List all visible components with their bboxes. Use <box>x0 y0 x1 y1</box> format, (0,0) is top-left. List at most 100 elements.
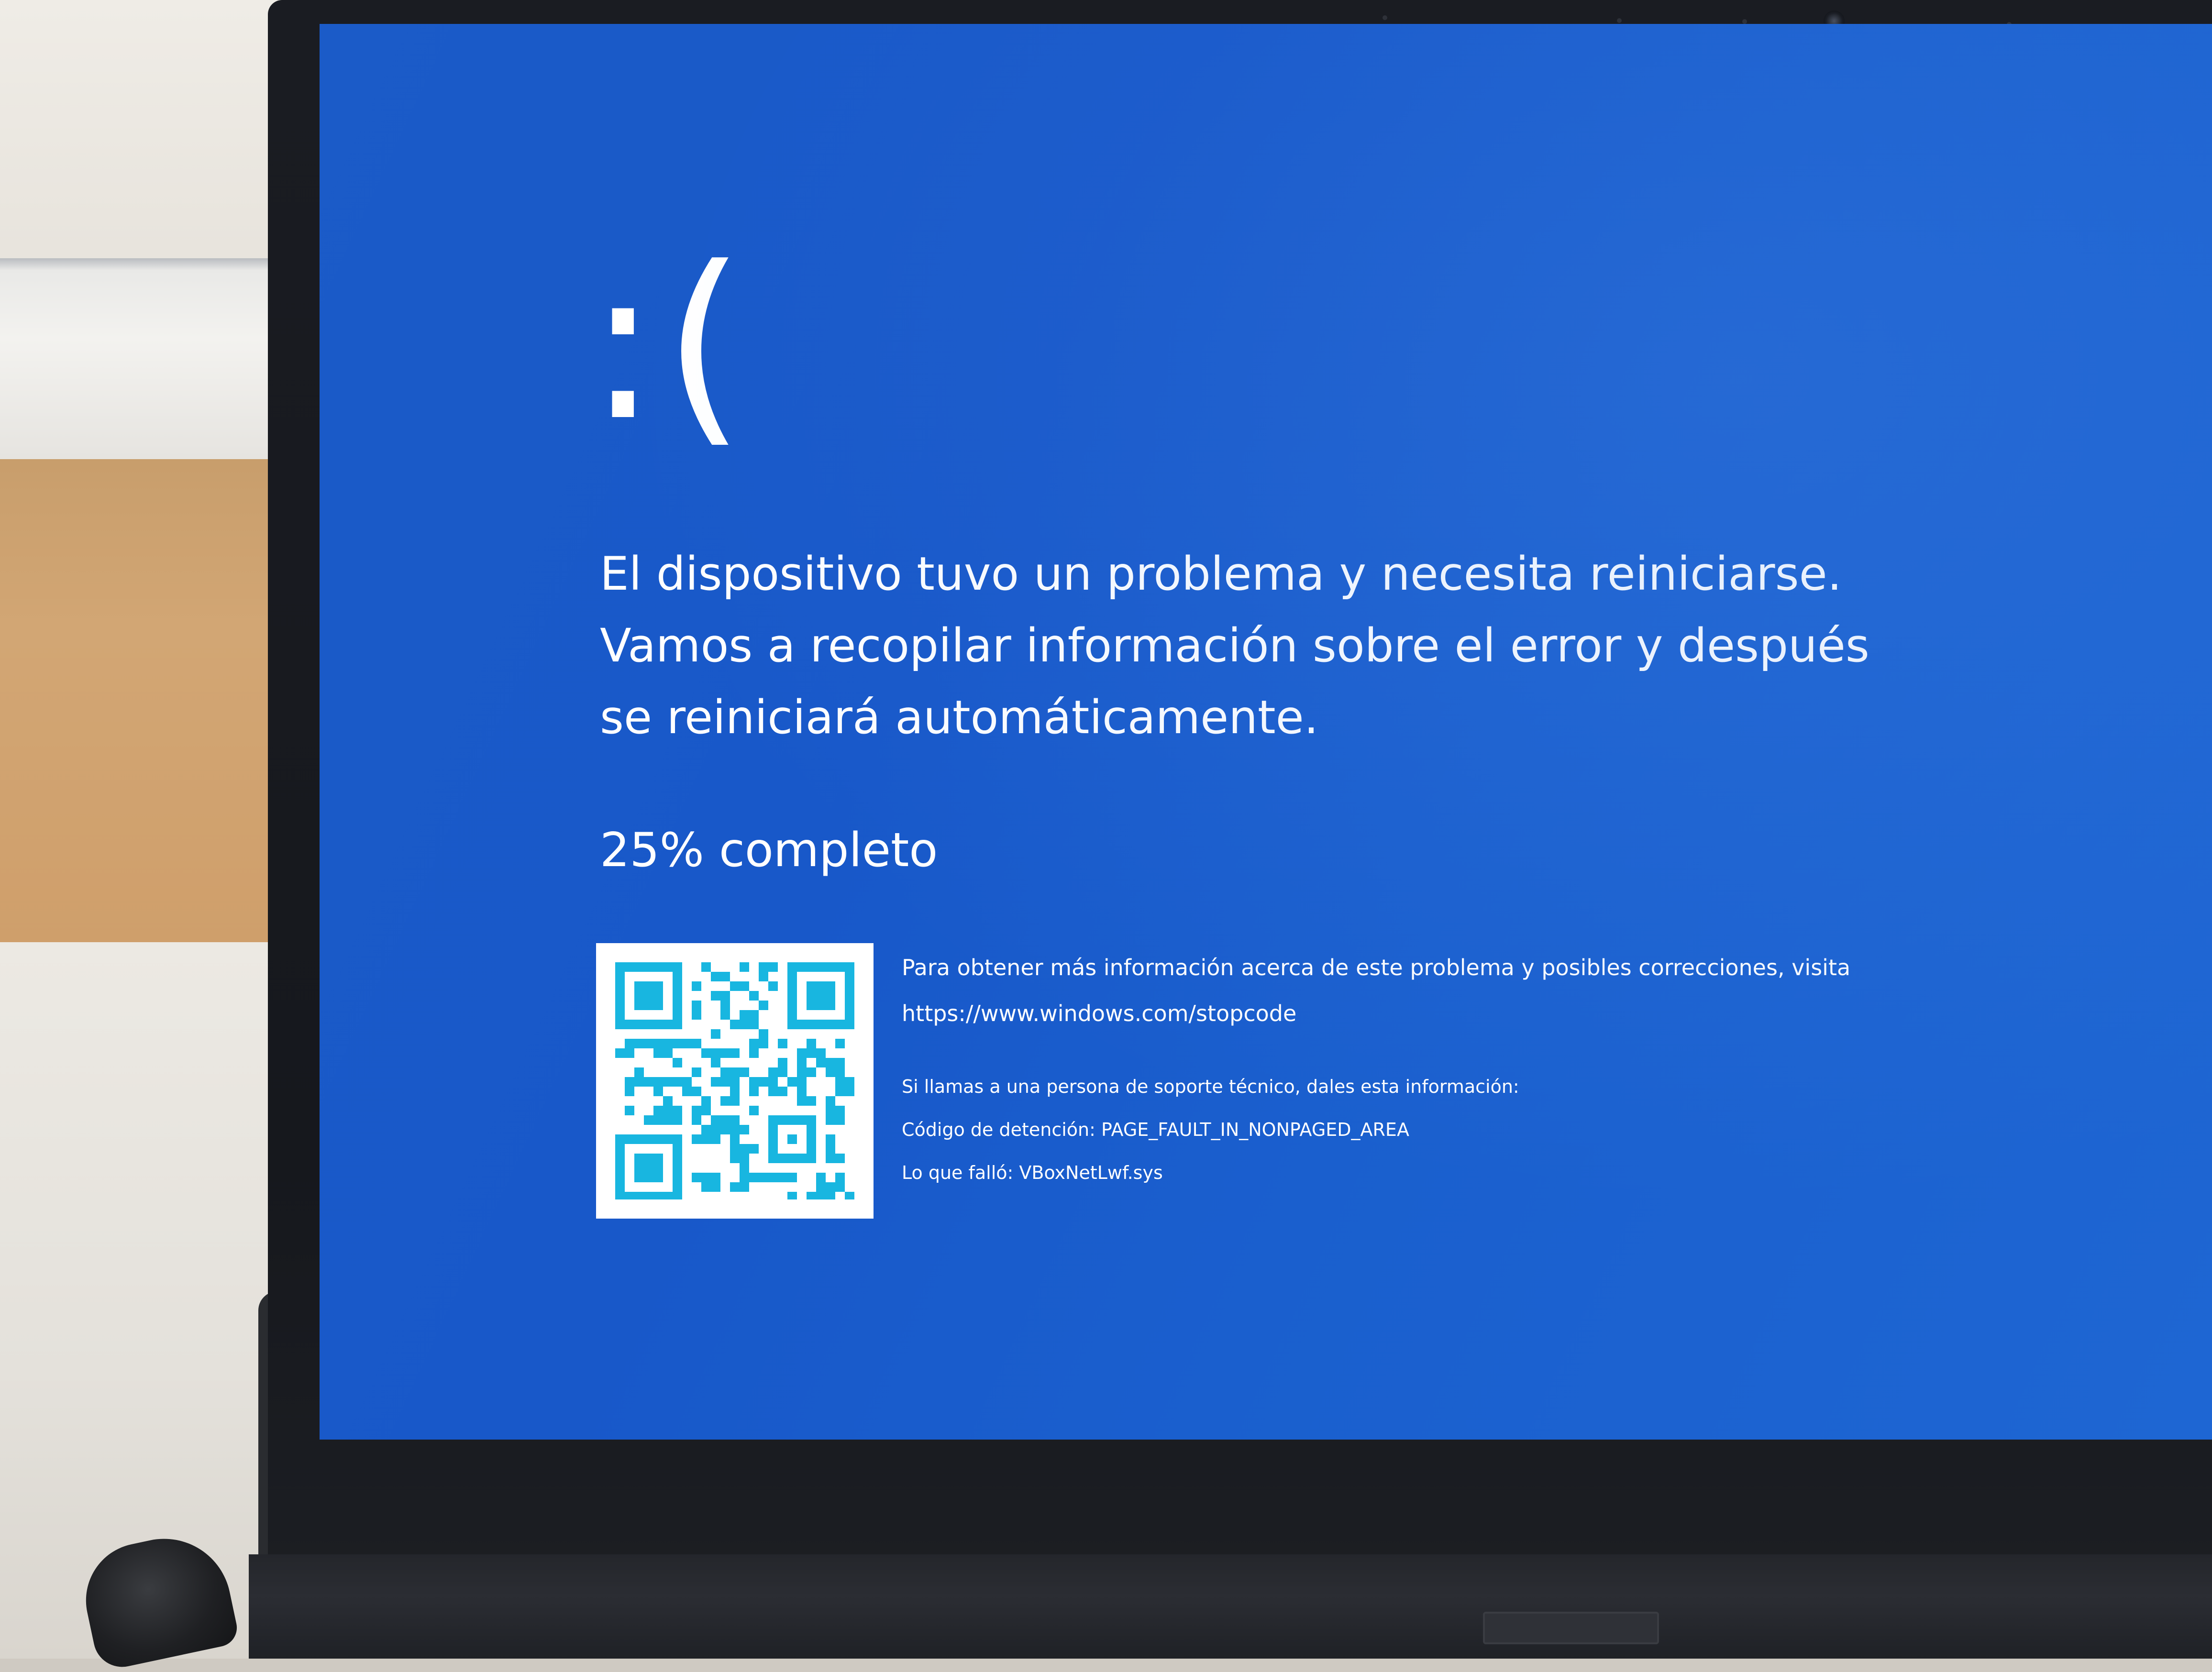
qr-module <box>730 981 740 991</box>
qr-module <box>720 1077 730 1087</box>
qr-module <box>663 1048 673 1058</box>
qr-module <box>816 1192 826 1199</box>
qr-module <box>730 1087 740 1096</box>
qr-module <box>740 1067 749 1077</box>
qr-module <box>625 1048 634 1058</box>
qr-module <box>787 1173 797 1182</box>
qr-module <box>826 1106 835 1115</box>
hinge-notch <box>1483 1612 1659 1644</box>
qr-module <box>673 1106 682 1115</box>
qr-module <box>711 1173 720 1182</box>
qr-module <box>730 1096 740 1106</box>
qr-module <box>720 991 730 1001</box>
qr-module <box>835 1115 845 1125</box>
qr-module <box>730 1020 740 1029</box>
qr-module <box>759 972 768 981</box>
qr-module <box>749 1048 759 1058</box>
qr-module <box>644 1115 653 1125</box>
qr-module <box>835 1106 845 1115</box>
qr-module <box>826 1115 835 1125</box>
qr-module <box>711 1115 720 1125</box>
qr-module <box>749 1077 759 1087</box>
qr-module <box>730 1154 740 1163</box>
qr-module <box>682 1077 692 1087</box>
qr-module <box>778 1173 787 1182</box>
qr-module <box>835 1173 845 1182</box>
qr-module <box>692 981 701 991</box>
qr-module <box>749 1144 759 1154</box>
sad-face-emoticon: :( <box>587 222 750 467</box>
qr-module <box>701 1106 711 1115</box>
qr-module <box>653 1077 663 1087</box>
qr-module <box>778 1058 787 1067</box>
qr-module <box>826 1134 835 1144</box>
qr-module <box>797 1048 807 1058</box>
failed-module: Lo que falló: VBoxNetLwf.sys <box>902 1162 1163 1183</box>
qr-module <box>730 1077 740 1087</box>
qr-module <box>730 1067 740 1077</box>
qr-code <box>596 943 874 1219</box>
qr-module <box>730 1144 740 1154</box>
qr-module <box>625 1077 634 1087</box>
qr-module <box>768 981 778 991</box>
qr-module <box>663 1039 673 1048</box>
qr-module <box>625 1039 634 1048</box>
qr-module <box>692 1001 701 1010</box>
qr-module <box>740 981 749 991</box>
qr-module <box>720 1096 730 1106</box>
qr-module <box>730 1048 740 1058</box>
qr-module <box>816 1048 826 1058</box>
info-block: Para obtener más información acerca de e… <box>902 945 1850 1194</box>
qr-module <box>845 1087 854 1096</box>
qr-module <box>807 1096 816 1106</box>
qr-module <box>835 1058 845 1067</box>
qr-module <box>682 1087 692 1096</box>
qr-module <box>740 1144 749 1154</box>
qr-module <box>797 1077 807 1087</box>
wood-panel <box>0 459 297 942</box>
qr-module <box>720 1001 730 1010</box>
qr-module <box>740 1125 749 1134</box>
qr-module <box>682 1039 692 1048</box>
qr-module <box>749 1106 759 1115</box>
qr-module <box>768 1087 778 1096</box>
qr-module <box>711 1125 720 1134</box>
qr-module <box>663 1096 673 1106</box>
qr-module <box>644 1077 653 1087</box>
laptop-screen: :( El dispositivo tuvo un problema y nec… <box>320 24 2212 1440</box>
qr-module <box>749 1010 759 1020</box>
qr-module <box>778 1067 787 1077</box>
qr-module <box>701 962 711 972</box>
qr-module <box>701 1096 711 1106</box>
qr-module <box>634 1067 644 1077</box>
qr-module <box>826 1192 835 1199</box>
qr-module <box>768 1067 778 1077</box>
qr-module <box>634 1039 644 1048</box>
stopcode-link[interactable]: https://www.windows.com/stopcode <box>902 990 1850 1036</box>
support-text: Si llamas a una persona de soporte técni… <box>902 1076 1519 1097</box>
qr-module <box>749 1020 759 1029</box>
qr-module <box>759 1001 768 1010</box>
qr-module <box>644 1039 653 1048</box>
qr-module <box>797 1067 807 1077</box>
qr-module <box>759 1039 768 1048</box>
laptop-hinge <box>249 1554 2212 1659</box>
qr-module <box>711 991 720 1001</box>
qr-module <box>701 1125 711 1134</box>
qr-code-icon <box>615 962 854 1199</box>
qr-module <box>768 962 778 972</box>
qr-module <box>835 1039 845 1048</box>
qr-module <box>711 1048 720 1058</box>
qr-module <box>711 1077 720 1087</box>
qr-module <box>692 1067 701 1077</box>
qr-module <box>807 1039 816 1048</box>
qr-module <box>720 1125 730 1134</box>
qr-module <box>835 1067 845 1077</box>
qr-module <box>720 1010 730 1020</box>
qr-finder <box>807 981 835 1010</box>
qr-module <box>701 1173 711 1182</box>
qr-module <box>768 1173 778 1182</box>
qr-module <box>826 1182 835 1192</box>
qr-module <box>653 1048 663 1058</box>
qr-module <box>826 1144 835 1154</box>
